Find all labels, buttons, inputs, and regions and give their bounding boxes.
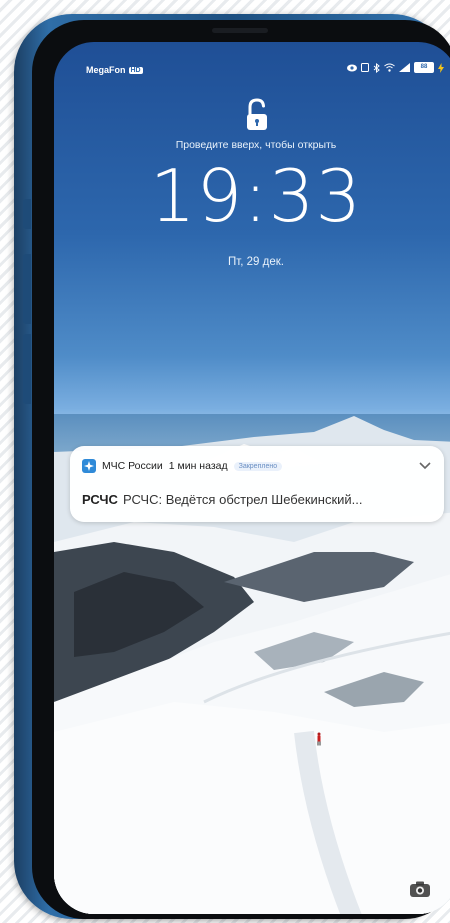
mchs-app-icon [82,459,96,473]
notification-text: РСЧС: Ведётся обстрел Шебекинский... [122,492,363,507]
carrier-name: MegaFon HD [86,65,143,75]
notification-body: РСЧС РСЧС: Ведётся обстрел Шебекинский... [82,492,430,507]
eye-icon [347,64,357,71]
status-icons: 88 [347,62,444,73]
nfc-icon [361,63,369,72]
notification-card[interactable]: МЧС России 1 мин назад Закреплено РСЧС РС… [70,446,444,522]
status-bar: MegaFon HD 88 [54,42,450,78]
lock-screen[interactable]: MegaFon HD 88 Проведите вверх, чтобы откр… [54,42,450,914]
power-button [23,334,31,404]
pinned-badge: Закреплено [233,461,283,471]
earpiece [212,28,268,33]
notification-header: МЧС России 1 мин назад Закреплено [82,458,432,474]
skier-figure [317,732,321,746]
lock-screen-clock: 19:33 [149,154,363,238]
unlocked-padlock-icon [247,98,267,130]
swipe-up-hint: Проведите вверх, чтобы открыть [175,139,337,151]
bluetooth-icon [373,62,380,73]
wifi-icon [384,63,395,72]
camera-icon[interactable] [409,880,431,898]
hd-badge: HD [128,67,143,74]
lock-screen-date: Пт, 29 дек. [228,256,284,268]
chevron-down-icon[interactable] [418,459,432,471]
notification-time: 1 мин назад [168,460,228,472]
phone-frame: MegaFon HD 88 Проведите вверх, чтобы откр… [14,14,450,919]
notification-app-name: МЧС России [102,460,163,472]
signal-icon [399,63,410,72]
volume-button [23,199,31,229]
charging-icon [438,62,444,73]
volume-button [23,254,31,324]
notification-title: РСЧС [82,492,118,507]
battery-icon: 88 [414,62,434,73]
